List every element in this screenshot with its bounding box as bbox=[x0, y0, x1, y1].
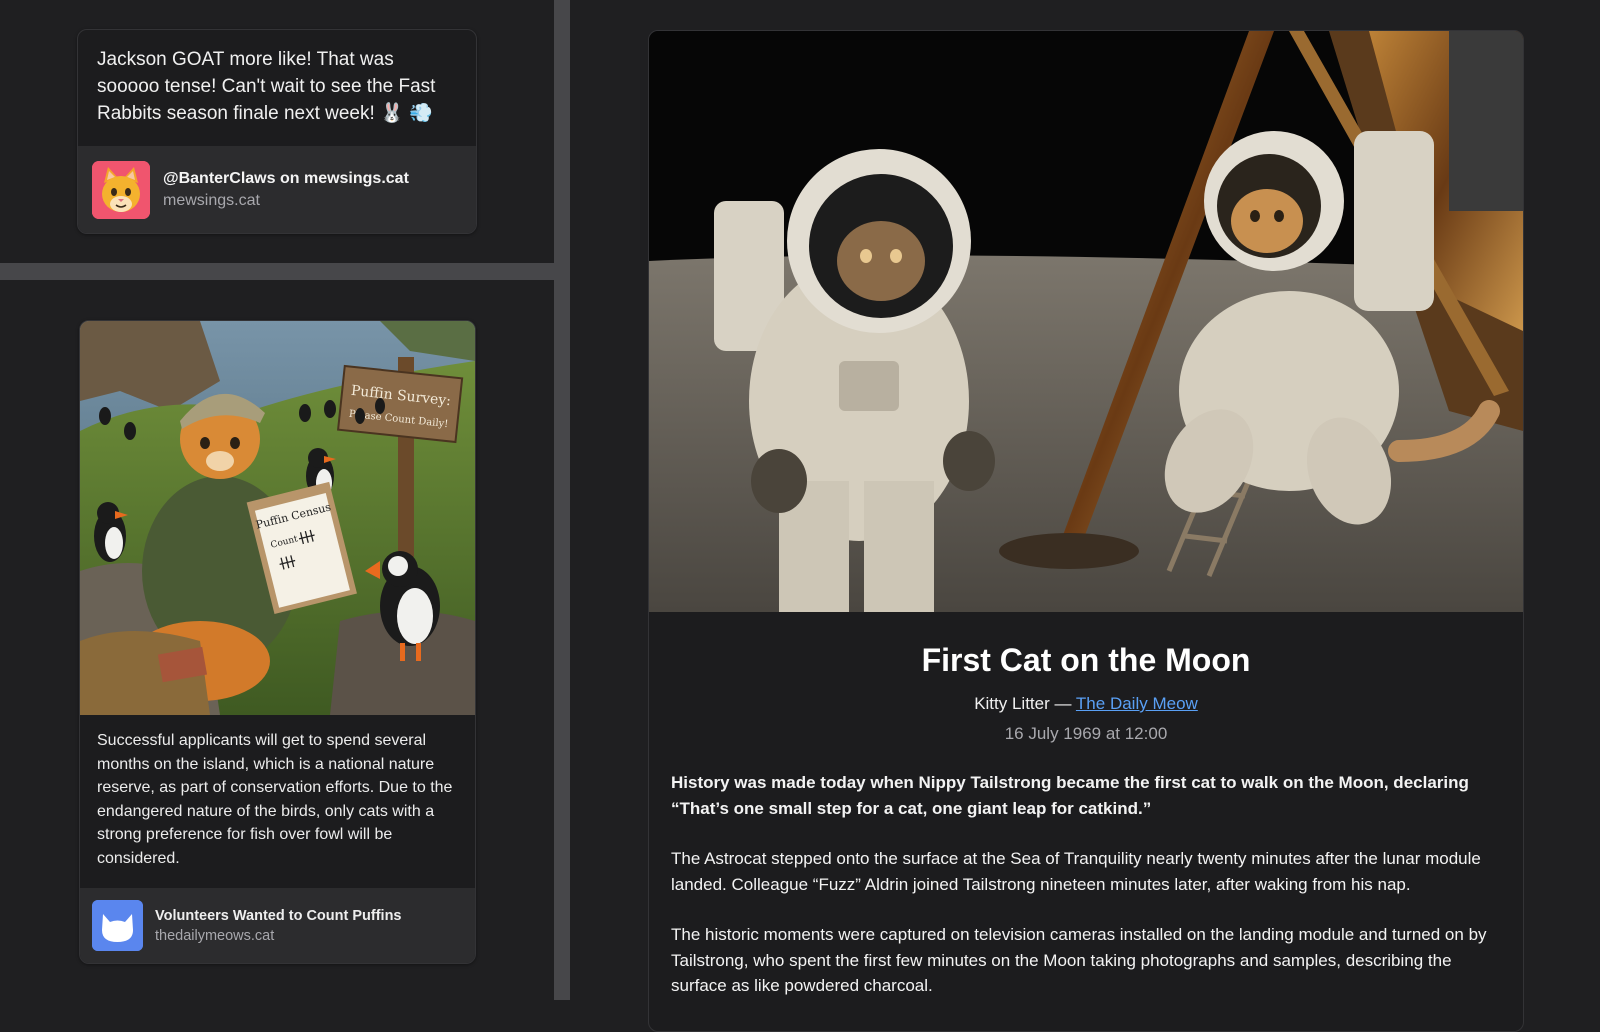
article-byline: Kitty Litter — The Daily Meow bbox=[649, 692, 1523, 716]
article-author: Kitty Litter bbox=[974, 694, 1050, 713]
post-author[interactable]: @BanterClaws on mewsings.cat bbox=[163, 168, 409, 190]
article-title: First Cat on the Moon bbox=[921, 642, 1251, 678]
article-date: 16 July 1969 at 12:00 bbox=[1004, 724, 1168, 743]
link-footer[interactable]: Volunteers Wanted to Count Puffins theda… bbox=[80, 888, 475, 963]
row-divider[interactable] bbox=[0, 263, 554, 280]
link-domain[interactable]: thedailymeows.cat bbox=[155, 926, 402, 946]
post-footer[interactable]: @BanterClaws on mewsings.cat mewsings.ca… bbox=[78, 146, 476, 233]
column-divider[interactable] bbox=[554, 0, 570, 1000]
post-text: Jackson GOAT more like! That was sooooo … bbox=[97, 49, 436, 124]
cat-silhouette-icon bbox=[92, 900, 143, 951]
puffin-survey-image: Puffin Survey: Please Count Daily! Puffi… bbox=[80, 321, 475, 715]
article-body: History was made today when Nippy Tailst… bbox=[649, 770, 1523, 999]
link-title[interactable]: Volunteers Wanted to Count Puffins bbox=[155, 906, 402, 926]
moon-landing-image bbox=[649, 31, 1523, 612]
article-card: First Cat on the Moon Kitty Litter — The… bbox=[648, 30, 1524, 1032]
cat-face-icon bbox=[92, 160, 150, 219]
publication-link[interactable]: The Daily Meow bbox=[1076, 694, 1198, 713]
article-paragraph: The Astrocat stepped onto the surface at… bbox=[671, 849, 1481, 894]
article-paragraph: The historic moments were captured on te… bbox=[671, 925, 1487, 995]
social-post-card[interactable]: Jackson GOAT more like! That was sooooo … bbox=[77, 29, 477, 234]
post-meta: @BanterClaws on mewsings.cat mewsings.ca… bbox=[163, 168, 409, 212]
link-description: Successful applicants will get to spend … bbox=[97, 732, 453, 867]
link-preview-card[interactable]: Puffin Survey: Please Count Daily! Puffi… bbox=[79, 320, 476, 964]
post-domain[interactable]: mewsings.cat bbox=[163, 190, 409, 212]
byline-separator: — bbox=[1049, 694, 1076, 713]
link-meta: Volunteers Wanted to Count Puffins theda… bbox=[155, 906, 402, 946]
article-lead: History was made today when Nippy Tailst… bbox=[671, 773, 1469, 818]
